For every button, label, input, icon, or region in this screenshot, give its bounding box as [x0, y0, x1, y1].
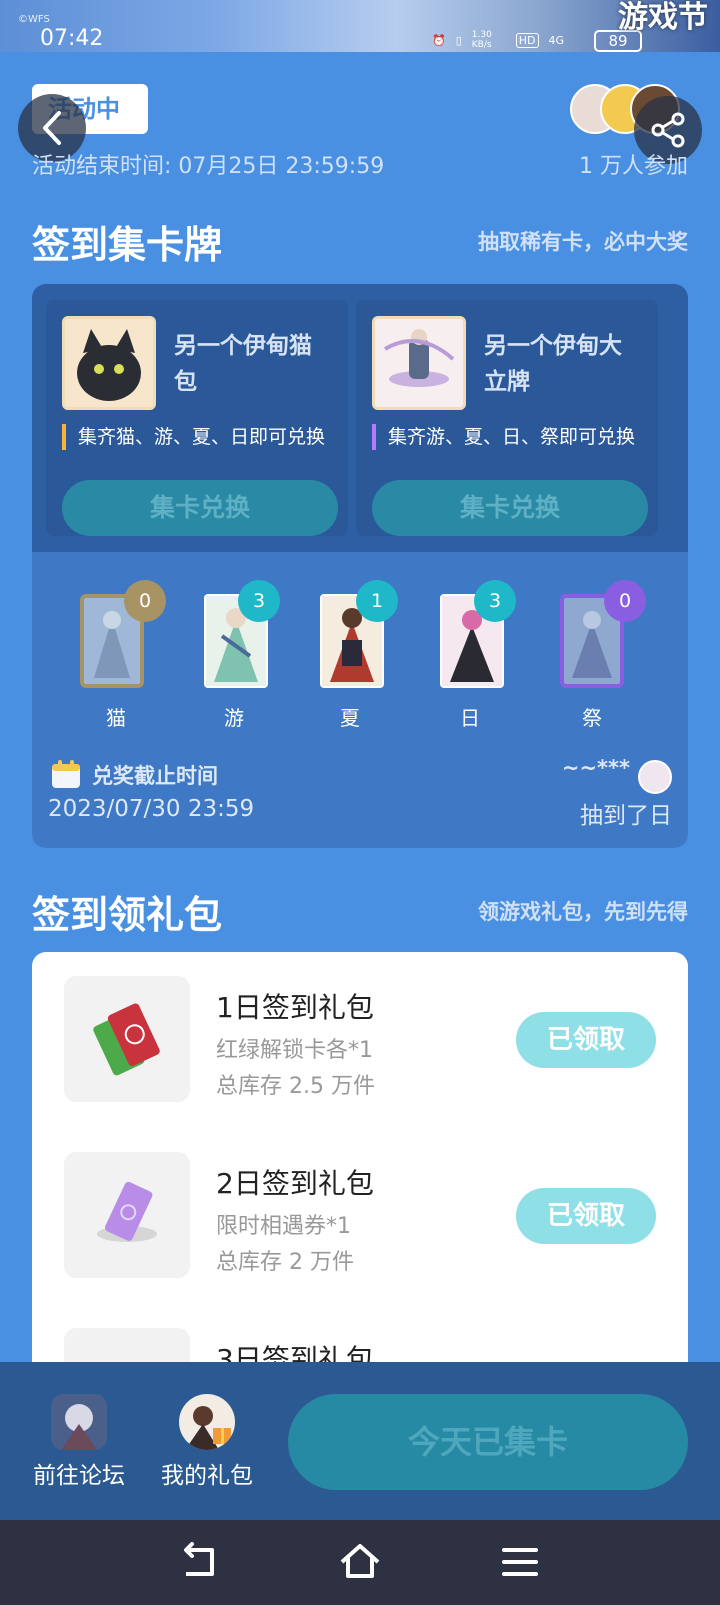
deadline-label: 兑奖截止时间	[92, 764, 218, 788]
back-nav-icon[interactable]	[178, 1542, 222, 1582]
gift-image	[64, 1152, 190, 1278]
hd-icon: HD	[515, 32, 539, 48]
card-label: 夏	[340, 706, 360, 730]
forum-link[interactable]: 前往论坛	[24, 1394, 134, 1490]
gift-box-icon	[179, 1394, 235, 1450]
gift-stock: 总库存 2 万件	[216, 1250, 354, 1275]
gift-image	[64, 976, 190, 1102]
gift-section-title: 签到领礼包	[32, 893, 223, 937]
card-count-badge: 3	[238, 580, 280, 622]
my-gifts-label: 我的礼包	[161, 1463, 253, 1489]
gift-stock: 总库存 2.5 万件	[216, 1074, 375, 1099]
calendar-icon	[52, 760, 80, 788]
reward-condition: 集齐游、夏、日、祭即可兑换	[372, 424, 635, 450]
avatar	[638, 760, 672, 794]
card-count-badge: 0	[604, 580, 646, 622]
watermark: ©WFS	[18, 14, 50, 25]
gift-list: 1日签到礼包 红绿解锁卡各*1 总库存 2.5 万件 已领取 2日签到礼包 限时…	[32, 952, 688, 1372]
net-speed: 1.30 KB/s	[471, 30, 492, 50]
gift-name: 1日签到礼包	[216, 991, 374, 1024]
forum-icon	[51, 1394, 107, 1450]
vibrate-icon: ▯	[455, 33, 462, 47]
deadline-value: 2023/07/30 23:59	[48, 796, 255, 822]
exchange-button[interactable]: 集卡兑换	[372, 480, 648, 536]
standee-image	[372, 316, 466, 410]
home-nav-icon[interactable]	[338, 1542, 382, 1582]
claimed-button[interactable]: 已领取	[516, 1012, 656, 1068]
banner-title: 游戏节	[618, 0, 708, 35]
gift-name: 2日签到礼包	[216, 1167, 374, 1200]
forum-label: 前往论坛	[33, 1463, 125, 1489]
menu-nav-icon[interactable]	[498, 1542, 542, 1582]
winner-name: ~~***	[561, 756, 630, 780]
system-nav-bar	[0, 1520, 720, 1605]
status-time: 07:42	[40, 26, 104, 51]
gift-description: 红绿解锁卡各*1	[216, 1038, 373, 1063]
my-gifts-link[interactable]: 我的礼包	[152, 1394, 262, 1490]
status-icons: ⏰ ▯ 1.30 KB/s HD 4G	[432, 30, 564, 50]
card-count-badge: 1	[356, 580, 398, 622]
exchange-button[interactable]: 集卡兑换	[62, 480, 338, 536]
list-item: 2日签到礼包 限时相遇券*1 总库存 2 万件 已领取	[32, 1152, 688, 1282]
participant-count: 1 万人参加	[579, 154, 688, 179]
reward-name: 另一个伊甸大立牌	[484, 333, 622, 395]
card-label: 祭	[582, 706, 602, 730]
winner-result: 抽到了日	[580, 803, 672, 829]
list-item: 1日签到礼包 红绿解锁卡各*1 总库存 2.5 万件 已领取	[32, 976, 688, 1106]
card-section-title: 签到集卡牌	[32, 223, 223, 267]
reward-name: 另一个伊甸猫包	[174, 333, 312, 395]
chevron-left-icon	[43, 111, 61, 145]
gift-section-subtitle: 领游戏礼包，先到先得	[478, 900, 688, 924]
bottom-action-bar: 前往论坛 我的礼包 今天已集卡	[0, 1362, 720, 1520]
card-label: 日	[460, 706, 480, 730]
claimed-button[interactable]: 已领取	[516, 1188, 656, 1244]
card-count-badge: 0	[124, 580, 166, 622]
gift-description: 限时相遇券*1	[216, 1214, 351, 1239]
card-count-badge: 3	[474, 580, 516, 622]
card-collection-panel: 另一个伊甸猫包 集齐猫、游、夏、日即可兑换 集卡兑换 另一个伊甸大立牌 集齐游、…	[32, 284, 688, 848]
collect-today-button[interactable]: 今天已集卡	[288, 1394, 688, 1490]
alarm-icon: ⏰	[432, 33, 446, 47]
activity-end-time: 活动结束时间: 07月25日 23:59:59	[32, 154, 385, 179]
card-section-subtitle: 抽取稀有卡，必中大奖	[478, 230, 688, 254]
reward-condition: 集齐猫、游、夏、日即可兑换	[62, 424, 325, 450]
card-label: 猫	[106, 706, 126, 730]
share-icon	[651, 112, 685, 148]
card-label: 游	[224, 706, 244, 730]
cat-bag-image	[62, 316, 156, 410]
reward-card: 另一个伊甸大立牌 集齐游、夏、日、祭即可兑换 集卡兑换	[356, 300, 658, 536]
status-banner: ©WFS 07:42 ⏰ ▯ 1.30 KB/s HD 4G 89 游戏节	[0, 0, 720, 52]
reward-card: 另一个伊甸猫包 集齐猫、游、夏、日即可兑换 集卡兑换	[46, 300, 348, 536]
signal-icon: 4G	[548, 33, 565, 47]
reward-exchange-row: 另一个伊甸猫包 集齐猫、游、夏、日即可兑换 集卡兑换 另一个伊甸大立牌 集齐游、…	[32, 284, 688, 552]
